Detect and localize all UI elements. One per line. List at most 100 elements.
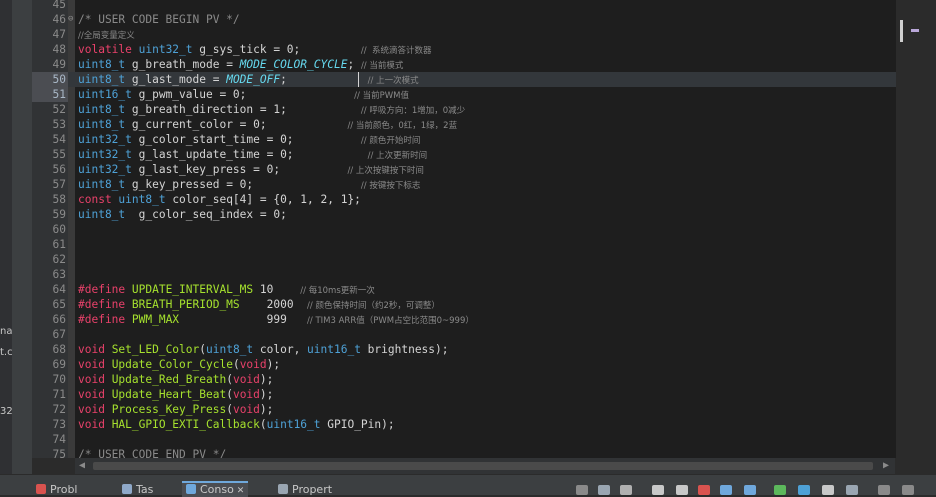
code-line[interactable]: 58 const uint8_t color_seq[4] = {0, 1, 2,… xyxy=(32,192,912,207)
code-line[interactable]: 56 uint32_t g_last_key_press = 0; // 上次按键… xyxy=(32,162,912,177)
code-token: uint8_t xyxy=(78,118,126,131)
code-line[interactable]: 54 uint32_t g_color_start_time = 0; // 颜色… xyxy=(32,132,912,147)
code-comment: // 当前PWM值 xyxy=(354,91,409,101)
tab-label: Probl xyxy=(50,483,78,496)
code-token: #define xyxy=(78,283,132,296)
code-line[interactable]: 74 xyxy=(32,432,912,447)
code-line[interactable]: 48 volatile uint32_t g_sys_tick = 0; // 系… xyxy=(32,42,912,57)
code-line[interactable]: 49 uint8_t g_breath_mode = MODE_COLOR_CYC… xyxy=(32,57,912,72)
tasks-icon xyxy=(122,484,132,494)
code-comment: // 每10ms更新一次 xyxy=(300,286,375,296)
horizontal-scrollbar[interactable]: ◀ ▶ xyxy=(75,458,895,474)
code-line[interactable]: 57 uint8_t g_key_pressed = 0; // 按键按下标志 xyxy=(32,177,912,192)
scroll-right-icon[interactable]: ▶ xyxy=(883,460,889,471)
code-line[interactable]: 73 void HAL_GPIO_EXTI_Callback(uint16_t G… xyxy=(32,417,912,432)
code-line[interactable]: 63 xyxy=(32,267,912,282)
code-token: Update_Heart_Beat xyxy=(111,388,227,401)
code-token: ; xyxy=(280,73,368,86)
line-number: 59 xyxy=(52,208,66,221)
code-line[interactable]: 62 xyxy=(32,252,912,267)
code-token: Process_Key_Press xyxy=(111,403,227,416)
vertical-scrollbar-thumb[interactable] xyxy=(900,20,903,42)
code-editor[interactable]: 45 46 ⊖/* USER CODE BEGIN PV */47//全局变量定义 4… xyxy=(32,0,912,458)
line-number: 65 xyxy=(52,298,66,311)
code-line[interactable]: 64 #define UPDATE_INTERVAL_MS 10 // 每10ms… xyxy=(32,282,912,297)
code-token: ( xyxy=(226,403,233,416)
tab-propert[interactable]: Propert xyxy=(278,483,332,497)
code-token: Update_Red_Breath xyxy=(111,373,227,386)
code-token: g_current_color = 0; xyxy=(125,118,348,131)
code-line[interactable]: 51 uint16_t g_pwm_value = 0; // 当前PWM值 xyxy=(32,87,912,102)
tab-label: Tas xyxy=(136,483,154,496)
code-line[interactable]: 69 void Update_Color_Cycle(void); xyxy=(32,357,912,372)
code-line[interactable]: 61 xyxy=(32,237,912,252)
code-token: GPIO_Pin); xyxy=(320,418,395,431)
code-line[interactable]: 47 //全局变量定义 xyxy=(32,27,912,42)
code-text: void Process_Key_Press(void); xyxy=(78,402,273,417)
code-token: ); xyxy=(259,373,274,386)
close-icon[interactable]: ✕ xyxy=(234,486,245,496)
line-number: 54 xyxy=(52,133,66,146)
line-number: 67 xyxy=(52,328,66,341)
horizontal-scrollbar-thumb[interactable] xyxy=(93,462,873,470)
line-number: 56 xyxy=(52,163,66,176)
line-number: 72 xyxy=(52,403,66,416)
tab-probl[interactable]: Probl xyxy=(36,483,78,497)
line-number: 48 xyxy=(52,43,66,56)
tab-tas[interactable]: Tas xyxy=(122,483,153,497)
code-line[interactable]: 68 void Set_LED_Color(uint8_t color, uint… xyxy=(32,342,912,357)
ruler-marker[interactable] xyxy=(911,29,919,32)
code-line[interactable]: 71 void Update_Heart_Beat(void); xyxy=(32,387,912,402)
line-number: 51 xyxy=(52,88,66,101)
code-line[interactable]: 67 xyxy=(32,327,912,342)
code-text: void Update_Color_Cycle(void); xyxy=(78,357,280,372)
code-comment: // 呼吸方向：1增加，0减少 xyxy=(360,106,466,116)
scroll-left-icon[interactable]: ◀ xyxy=(79,460,85,471)
code-token: g_last_key_press = 0; xyxy=(131,163,348,176)
line-number: 60 xyxy=(52,223,66,236)
panel-divider[interactable] xyxy=(12,0,32,494)
code-text: /* USER CODE BEGIN PV */ xyxy=(78,12,240,27)
code-comment: // 上次更新时间 xyxy=(367,151,428,161)
code-line[interactable]: 70 void Update_Red_Breath(void); xyxy=(32,372,912,387)
code-line[interactable]: 66 #define PWM_MAX 999 // TIM3 ARR值（PWM占空… xyxy=(32,312,912,327)
code-comment: /* USER CODE BEGIN PV */ xyxy=(78,13,240,26)
code-token: void xyxy=(232,373,260,386)
code-token: ; xyxy=(347,58,361,71)
properties-icon xyxy=(278,484,288,494)
line-number: 61 xyxy=(52,238,66,251)
code-line[interactable]: 72 void Process_Key_Press(void); xyxy=(32,402,912,417)
code-token: #define xyxy=(78,313,132,326)
line-number: 47 xyxy=(52,28,66,41)
code-line[interactable]: 59 uint8_t g_color_seq_index = 0; xyxy=(32,207,912,222)
code-line[interactable]: 75 /* USER CODE END PV */ xyxy=(32,447,912,458)
code-line[interactable]: 53 uint8_t g_current_color = 0; // 当前颜色，0… xyxy=(32,117,912,132)
code-line[interactable]: 60 xyxy=(32,222,912,237)
line-number: 62 xyxy=(52,253,66,266)
code-token: UPDATE_INTERVAL_MS xyxy=(131,283,254,296)
code-token: uint32_t xyxy=(78,163,132,176)
overview-ruler[interactable] xyxy=(896,0,936,458)
code-line[interactable]: 65 #define BREATH_PERIOD_MS 2000 // 颜色保持时… xyxy=(32,297,912,312)
code-comment: // 按键按下标志 xyxy=(360,181,421,191)
code-line[interactable]: 45 xyxy=(32,0,912,12)
code-token: uint16_t xyxy=(307,343,361,356)
code-token: ( xyxy=(259,418,267,431)
code-text: void HAL_GPIO_EXTI_Callback(uint16_t GPI… xyxy=(78,417,395,432)
code-token: Update_Color_Cycle xyxy=(111,358,233,371)
code-comment: // 上次按键按下时间 xyxy=(347,166,424,176)
line-number: 64 xyxy=(52,283,66,296)
code-line[interactable]: 52 uint8_t g_breath_direction = 1; // 呼吸方… xyxy=(32,102,912,117)
code-token: g_breath_mode = xyxy=(125,58,240,71)
code-token: uint8_t xyxy=(78,58,126,71)
line-number: 69 xyxy=(52,358,66,371)
code-token: uint16_t xyxy=(266,418,321,431)
code-token: 2000 xyxy=(239,298,308,311)
code-line[interactable]: 50 uint8_t g_last_mode = MODE_OFF; // 上一次… xyxy=(32,72,912,87)
code-token: g_breath_direction = 1; xyxy=(125,103,361,116)
left-fragment: na xyxy=(0,326,13,337)
tab-conso[interactable]: Conso ✕ xyxy=(182,481,249,497)
code-line[interactable]: 55 uint32_t g_last_update_time = 0; // 上次… xyxy=(32,147,912,162)
code-line[interactable]: 46 ⊖/* USER CODE BEGIN PV */ xyxy=(32,12,912,27)
fold-toggle-icon[interactable]: ⊖ xyxy=(68,12,76,27)
